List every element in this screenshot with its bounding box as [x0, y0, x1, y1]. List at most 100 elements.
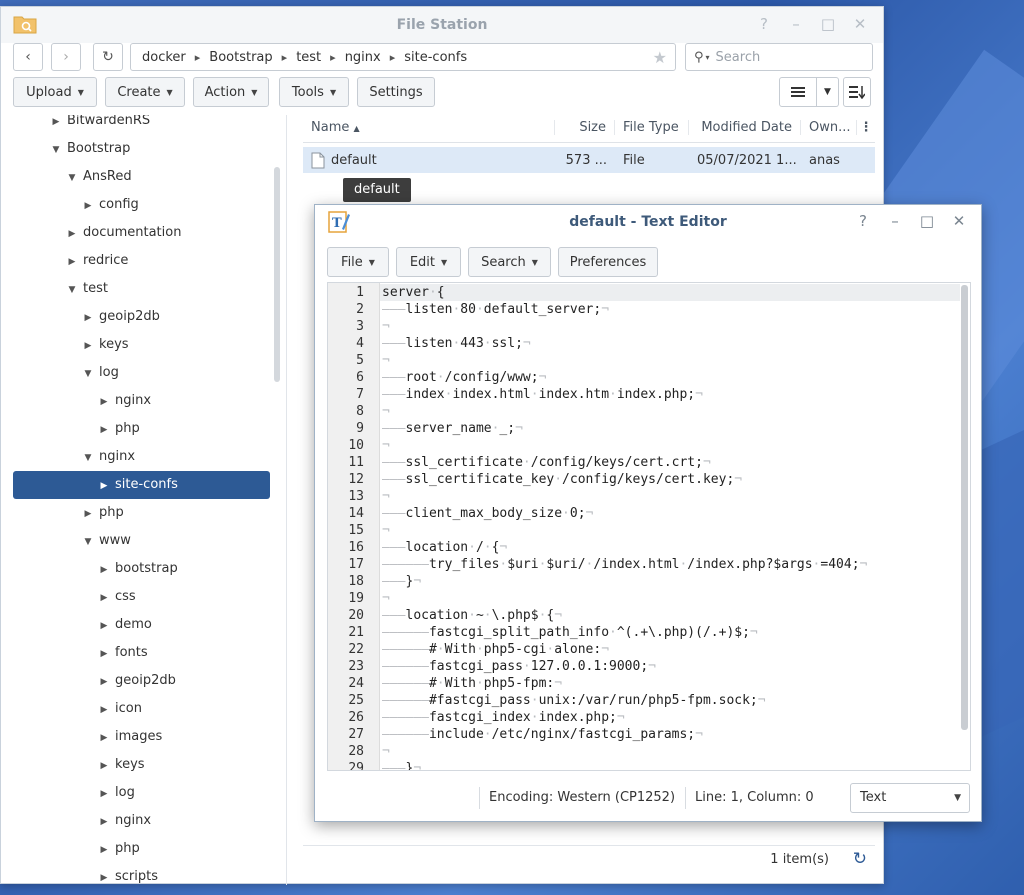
- tree-item[interactable]: ▶ site-confs: [97, 471, 178, 499]
- expand-right-icon[interactable]: ▶: [97, 696, 111, 724]
- tree-item[interactable]: ▼ test: [65, 275, 108, 303]
- expand-right-icon[interactable]: ▶: [97, 668, 111, 696]
- file-menu-button[interactable]: File ▼: [327, 247, 389, 277]
- expand-right-icon[interactable]: ▶: [81, 332, 95, 360]
- expand-right-icon[interactable]: ▶: [97, 780, 111, 808]
- expand-right-icon[interactable]: ▶: [97, 836, 111, 864]
- expand-right-icon[interactable]: ▶: [97, 388, 111, 416]
- expand-down-icon[interactable]: ▼: [81, 444, 95, 472]
- expand-down-icon[interactable]: ▼: [49, 136, 63, 164]
- sidebar-scrollbar[interactable]: [274, 167, 280, 382]
- expand-down-icon[interactable]: ▼: [81, 528, 95, 556]
- expand-right-icon[interactable]: ▶: [81, 304, 95, 332]
- expand-right-icon[interactable]: ▶: [81, 192, 95, 220]
- editor-scrollbar[interactable]: [961, 285, 968, 730]
- tree-item[interactable]: ▶ redrice: [65, 247, 129, 276]
- expand-down-icon[interactable]: ▼: [65, 164, 79, 192]
- tree-item[interactable]: ▶ geoip2db: [97, 667, 176, 695]
- minimize-icon[interactable]: –: [787, 15, 805, 33]
- create-button[interactable]: Create ▼: [105, 77, 185, 107]
- file-station-titlebar[interactable]: File Station ? – □ ✕: [1, 7, 883, 43]
- refresh-icon[interactable]: ↻: [853, 849, 867, 869]
- code-editor[interactable]: 1 server·{2 ———listen·80·default_server;¬ 3…: [327, 282, 971, 771]
- breadcrumb-item[interactable]: site-confs: [404, 50, 467, 65]
- search-input[interactable]: [715, 49, 846, 65]
- expand-right-icon[interactable]: ▶: [97, 864, 111, 885]
- expand-right-icon[interactable]: ▶: [97, 752, 111, 780]
- maximize-icon[interactable]: □: [919, 211, 935, 231]
- tree-item[interactable]: ▶ bootstrap: [97, 555, 178, 583]
- forward-button[interactable]: ›: [51, 43, 81, 71]
- tree-item[interactable]: ▶ scripts: [97, 863, 158, 885]
- tree-item[interactable]: ▶ keys: [81, 331, 129, 359]
- breadcrumb-item[interactable]: docker: [142, 50, 186, 65]
- breadcrumb-item[interactable]: nginx: [345, 50, 381, 65]
- tree-item[interactable]: ▶ log: [97, 779, 135, 807]
- refresh-button[interactable]: ↻: [93, 43, 123, 71]
- tree-item[interactable]: ▶ php: [81, 499, 124, 527]
- expand-right-icon[interactable]: ▶: [97, 640, 111, 668]
- search-field[interactable]: ⚲ ▾: [685, 43, 873, 71]
- expand-right-icon[interactable]: ▶: [97, 612, 111, 640]
- tree-item[interactable]: ▼ nginx: [81, 443, 136, 472]
- tools-button[interactable]: Tools ▼: [279, 77, 349, 107]
- tree-item[interactable]: ▶ fonts: [97, 639, 148, 667]
- action-button[interactable]: Action ▼: [193, 77, 269, 107]
- close-icon[interactable]: ✕: [851, 15, 869, 33]
- tree-item[interactable]: ▼ log: [81, 359, 119, 387]
- expand-right-icon[interactable]: ▶: [97, 808, 111, 836]
- expand-right-icon[interactable]: ▶: [97, 416, 111, 444]
- expand-right-icon[interactable]: ▶: [97, 556, 111, 584]
- encoding-status[interactable]: Encoding: Western (CP1252): [489, 790, 675, 805]
- expand-right-icon[interactable]: ▶: [65, 248, 79, 276]
- tree-item[interactable]: ▼ Bootstrap: [49, 135, 131, 164]
- tree-item[interactable]: ▶ php: [97, 835, 140, 863]
- tree-item[interactable]: ▶ geoip2db: [81, 303, 160, 331]
- tree-item[interactable]: ▶ nginx: [97, 387, 152, 416]
- edit-menu-button[interactable]: Edit ▼: [396, 247, 461, 277]
- expand-right-icon[interactable]: ▶: [65, 220, 79, 248]
- close-icon[interactable]: ✕: [951, 211, 967, 231]
- settings-button[interactable]: Settings: [357, 77, 435, 107]
- expand-down-icon[interactable]: ▼: [65, 276, 79, 304]
- tree-item[interactable]: ▶ BitwardenRS: [49, 115, 151, 136]
- help-icon[interactable]: ?: [755, 15, 773, 33]
- syntax-mode-select[interactable]: Text ▼: [850, 783, 970, 813]
- upload-button[interactable]: Upload ▼: [13, 77, 97, 107]
- preferences-button[interactable]: Preferences: [558, 247, 658, 277]
- maximize-icon[interactable]: □: [819, 15, 837, 33]
- expand-right-icon[interactable]: ▶: [81, 500, 95, 528]
- breadcrumb-item[interactable]: test: [296, 50, 321, 65]
- expand-down-icon[interactable]: ▼: [81, 360, 95, 388]
- help-icon[interactable]: ?: [855, 211, 871, 231]
- tree-item[interactable]: ▶ images: [97, 723, 163, 752]
- tree-item[interactable]: ▶ config: [81, 191, 139, 219]
- tree-item[interactable]: ▼ www: [81, 527, 131, 555]
- expand-right-icon[interactable]: ▶: [97, 724, 111, 752]
- expand-right-icon[interactable]: ▶: [97, 584, 111, 612]
- favorite-star-icon[interactable]: ★: [653, 48, 667, 67]
- tree-item[interactable]: ▶ css: [97, 583, 136, 611]
- column-header-owner[interactable]: Own...: [801, 120, 857, 135]
- tree-item[interactable]: ▶ php: [97, 415, 140, 443]
- back-button[interactable]: ‹: [13, 43, 43, 71]
- minimize-icon[interactable]: –: [887, 211, 903, 231]
- tree-item[interactable]: ▶ keys: [97, 751, 145, 779]
- list-view-button[interactable]: [779, 77, 817, 107]
- file-row[interactable]: default 573 ... File 05/07/2021 1... ana…: [303, 147, 875, 173]
- expand-right-icon[interactable]: ▶: [49, 115, 63, 136]
- search-menu-button[interactable]: Search ▼: [468, 247, 551, 277]
- expand-right-icon[interactable]: ▶: [97, 472, 111, 500]
- tree-item[interactable]: ▶ demo: [97, 611, 152, 639]
- column-header-modified-date[interactable]: Modified Date: [689, 120, 801, 135]
- view-dropdown-button[interactable]: ▼: [817, 77, 839, 107]
- column-header-size[interactable]: Size: [555, 120, 615, 135]
- chevron-down-icon[interactable]: ▾: [706, 53, 710, 62]
- column-header-file-type[interactable]: File Type: [615, 120, 689, 135]
- search-icon[interactable]: ⚲: [694, 50, 704, 65]
- column-header-name[interactable]: Name ▲: [303, 120, 555, 135]
- tree-item[interactable]: ▼ AnsRed: [65, 163, 132, 191]
- breadcrumb-item[interactable]: Bootstrap: [209, 50, 272, 65]
- sort-button[interactable]: [843, 77, 871, 107]
- tree-item[interactable]: ▶ nginx: [97, 807, 152, 836]
